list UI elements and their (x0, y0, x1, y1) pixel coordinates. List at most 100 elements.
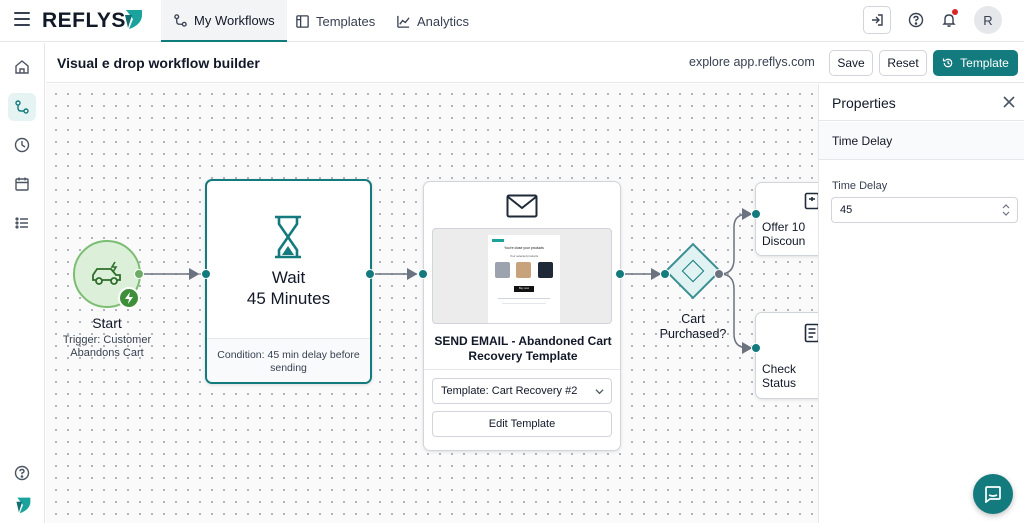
workflow-icon (174, 13, 187, 27)
preview-product-box (516, 262, 532, 278)
chat-icon (985, 486, 1001, 503)
tab-label: Analytics (417, 13, 470, 29)
notifications-button[interactable] (935, 6, 963, 34)
preview-heading: You're close your products (504, 246, 544, 250)
preview-product-hoodie (537, 262, 553, 278)
email-preview[interactable]: You're close your products Your selected… (432, 228, 612, 324)
email-input-port[interactable] (418, 269, 428, 279)
email-preview-document: You're close your products Your selected… (488, 235, 560, 323)
wait-title-line2: 45 Minutes (246, 289, 331, 308)
preview-logo (492, 239, 504, 242)
rail-help[interactable] (8, 459, 36, 487)
check-title-line1: Check (762, 362, 797, 376)
reset-button[interactable]: Reset (879, 50, 927, 76)
wait-input-port[interactable] (201, 269, 211, 279)
preview-button: Buy now (514, 286, 534, 292)
list-icon (15, 217, 28, 229)
notification-dot (952, 9, 958, 15)
rail-tasks[interactable] (8, 209, 36, 237)
offer-input-port[interactable] (751, 209, 761, 219)
trigger-bolt-icon (118, 287, 140, 309)
wait-title-line1: Wait (271, 268, 306, 287)
tab-templates[interactable]: Templates (283, 0, 387, 42)
rail-history[interactable] (8, 131, 36, 159)
preview-footer-line (502, 303, 546, 304)
preview-divider (498, 298, 550, 299)
workflow-header: Visual e drop workflow builder explore a… (46, 43, 1024, 83)
template-icon (296, 14, 309, 28)
wait-output-port[interactable] (365, 269, 375, 279)
app-logo-text: REFLYS (42, 9, 126, 32)
help-button[interactable] (902, 6, 930, 34)
template-select[interactable]: Template: Cart Recovery #2 (432, 378, 612, 404)
home-icon (15, 60, 29, 74)
wait-node[interactable]: Wait 45 Minutes Condition: 45 min delay … (205, 179, 372, 384)
document-icon (804, 323, 818, 343)
time-delay-input[interactable]: 45 (831, 197, 1018, 223)
workflow-canvas[interactable]: Start Trigger: Customer Abandons Cart Wa… (46, 84, 818, 523)
help-icon (908, 12, 924, 28)
analytics-icon (397, 15, 410, 28)
check-status-node[interactable]: Check Status (755, 312, 818, 399)
chat-button[interactable] (973, 474, 1013, 514)
rail-calendar[interactable] (8, 170, 36, 198)
save-button[interactable]: Save (829, 50, 873, 76)
rail-workflows[interactable] (8, 93, 36, 121)
template-select-value: Template: Cart Recovery #2 (441, 385, 578, 397)
hourglass-icon (275, 215, 301, 259)
check-title-line2: Status (762, 376, 797, 390)
preview-subheading: Your selected products (509, 254, 539, 258)
section-label: Time Delay (832, 134, 893, 148)
close-icon[interactable] (1002, 95, 1016, 109)
divider (424, 369, 620, 370)
decision-output-port[interactable] (714, 269, 724, 279)
top-bar: REFLYS My Workflows Templates Analytics … (0, 0, 1024, 42)
history-icon (943, 58, 953, 68)
logo-mark-icon (16, 497, 31, 514)
preview-products (488, 262, 560, 278)
decision-label: Cart Purchased? (659, 312, 727, 341)
preview-product-shirt (495, 262, 511, 278)
start-subtitle: Trigger: Customer Abandons Cart (62, 334, 152, 359)
check-input-port[interactable] (751, 343, 761, 353)
decision-input-port[interactable] (660, 269, 670, 279)
calendar-icon (15, 177, 29, 191)
sign-in-button[interactable] (863, 6, 891, 34)
tab-analytics[interactable]: Analytics (384, 0, 481, 42)
offer-title-line2: Discoun (762, 234, 806, 248)
email-title: SEND EMAIL - Abandoned Cart Recovery Tem… (434, 334, 612, 363)
menu-icon[interactable] (14, 12, 30, 28)
start-output-port[interactable] (134, 269, 144, 279)
template-button-label: Template (960, 56, 1009, 70)
edge-decision-offer (719, 208, 753, 275)
start-title: Start (92, 315, 122, 331)
left-rail (0, 43, 45, 523)
rail-home[interactable] (8, 53, 36, 81)
properties-title: Properties (832, 95, 896, 111)
time-delay-label: Time Delay (832, 180, 888, 192)
avatar[interactable]: R (974, 6, 1002, 34)
explore-link[interactable]: explore app.reflys.com (689, 55, 815, 69)
tab-label: My Workflows (194, 12, 275, 28)
properties-panel: Properties Time Delay Time Delay 45 (818, 84, 1024, 523)
edit-template-button[interactable]: Edit Template (432, 411, 612, 437)
help-icon (14, 465, 30, 481)
offer-discount-node[interactable]: Offer 10 Discoun (755, 182, 818, 256)
template-button[interactable]: Template (933, 50, 1018, 76)
workflow-icon (15, 100, 29, 114)
tab-my-workflows[interactable]: My Workflows (161, 0, 287, 42)
tab-label: Templates (316, 13, 376, 29)
stepper-icon[interactable] (1002, 204, 1010, 216)
sign-in-icon (872, 14, 883, 26)
properties-section: Time Delay (819, 122, 1024, 160)
wait-condition: Condition: 45 min delay before sending (207, 338, 370, 382)
offer-title-line1: Offer 10 (762, 220, 806, 234)
time-delay-value: 45 (840, 204, 853, 216)
send-email-node[interactable]: You're close your products Your selected… (423, 181, 621, 451)
clock-icon (14, 137, 30, 153)
page-title: Visual e drop workflow builder (57, 55, 260, 71)
email-output-port[interactable] (615, 269, 625, 279)
car-icon (92, 261, 121, 285)
coupon-icon (804, 192, 818, 210)
wait-title: Wait 45 Minutes (207, 267, 370, 309)
